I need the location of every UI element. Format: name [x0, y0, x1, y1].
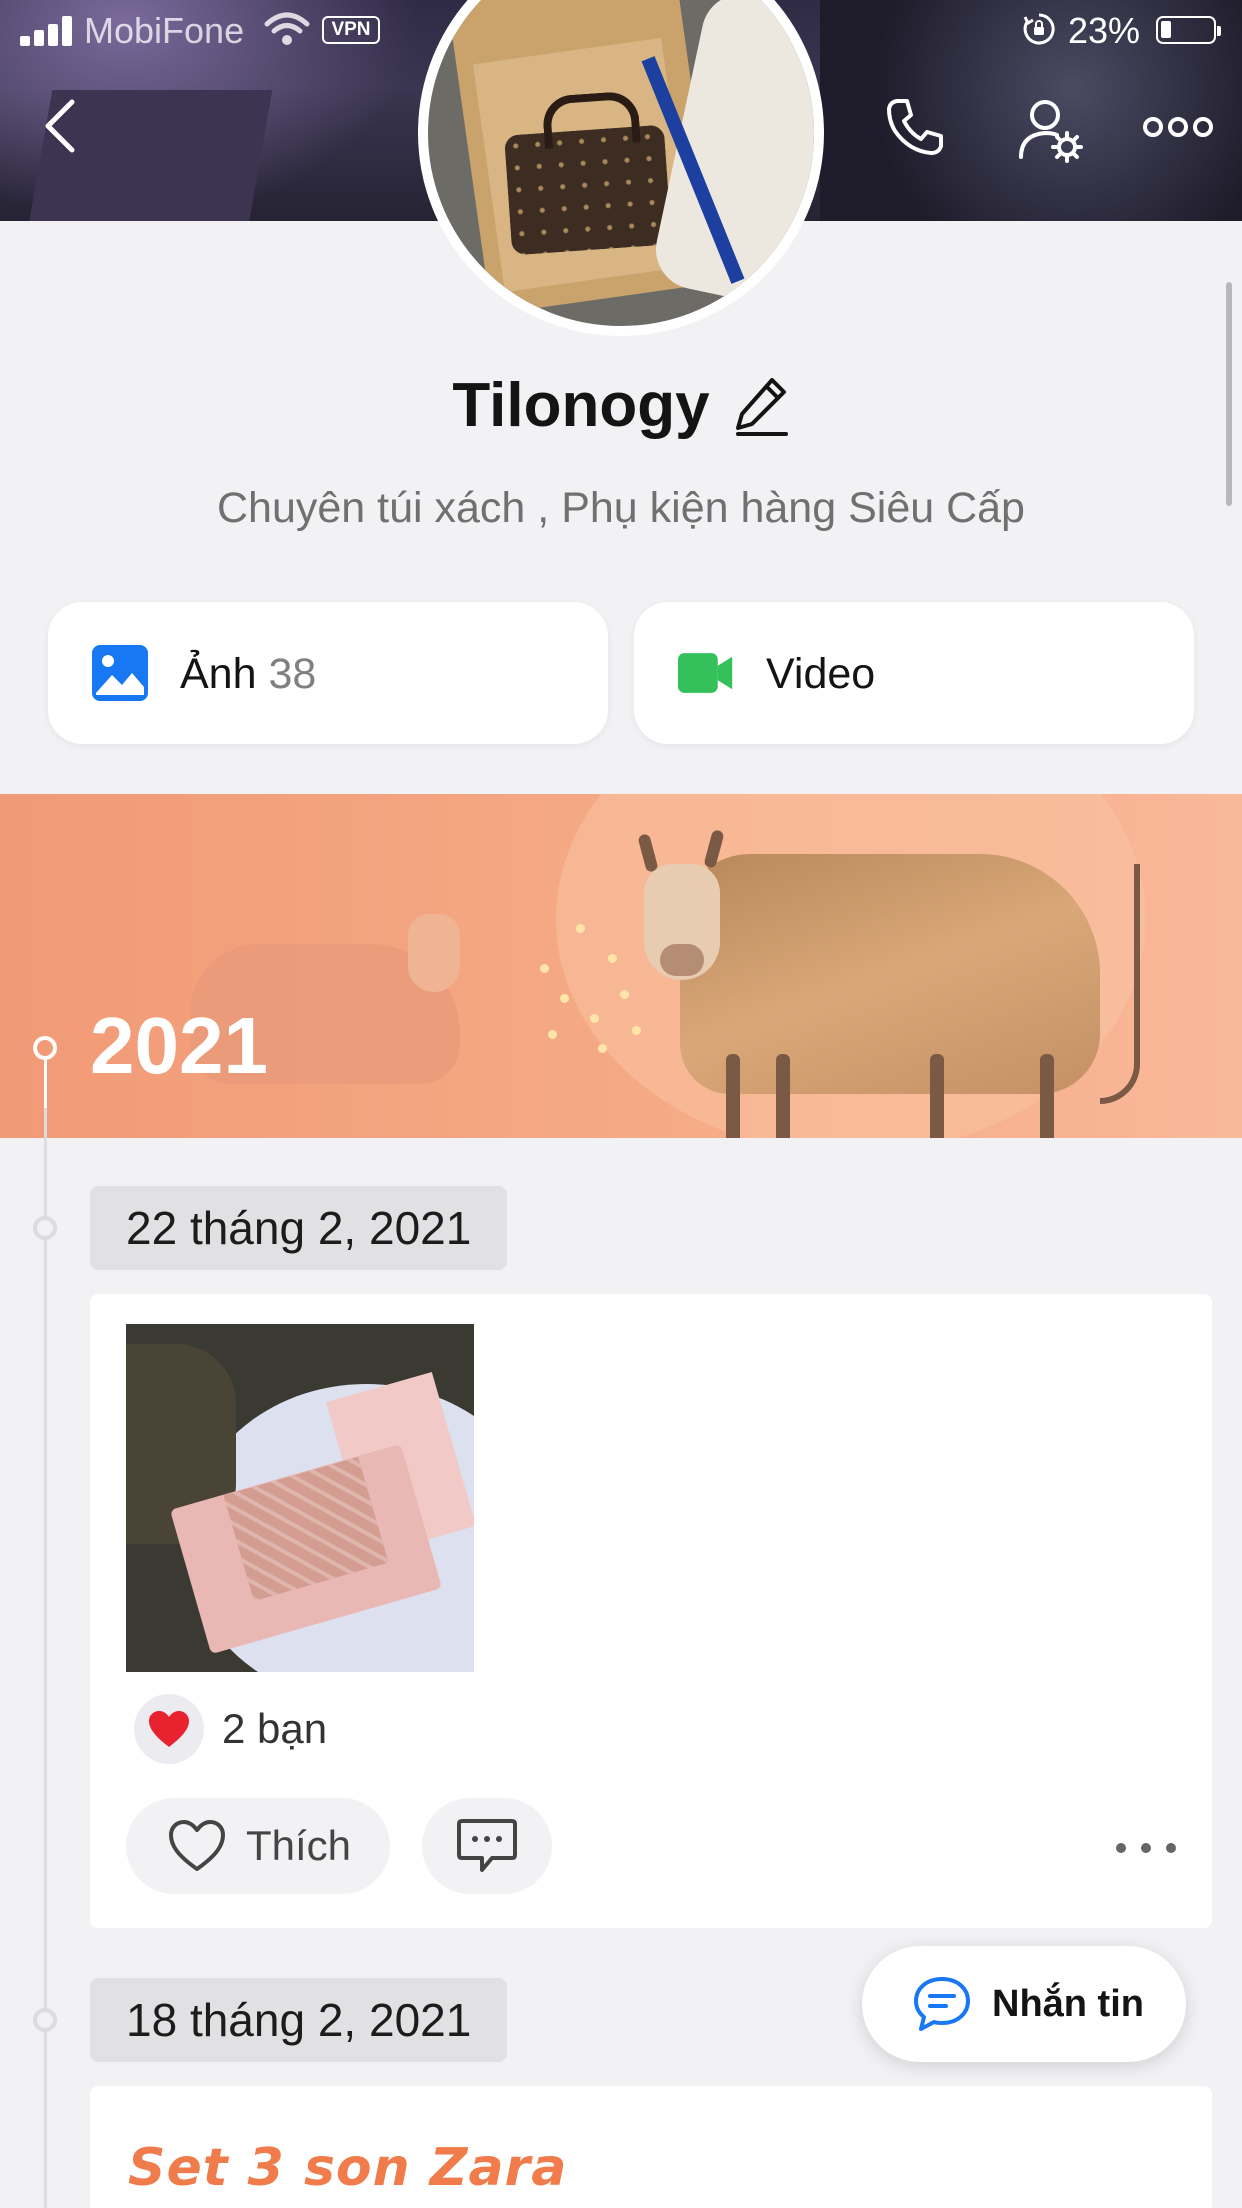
like-button[interactable]: Thích: [126, 1798, 390, 1894]
timeline-dot: [33, 1216, 57, 1240]
profile-settings-button[interactable]: [1012, 92, 1088, 168]
profile-name: Tilonogy: [452, 371, 710, 440]
post-card: Set 3 son Zara: [90, 2086, 1212, 2208]
back-icon: [45, 99, 75, 153]
battery-icon: [1156, 16, 1221, 44]
message-label: Nhắn tin: [992, 1982, 1144, 2025]
phone-icon: [887, 99, 943, 155]
photos-count: 38: [268, 650, 317, 698]
like-label: Thích: [246, 1822, 352, 1869]
orientation-lock-icon: [1023, 13, 1055, 45]
date-tag: 22 tháng 2, 2021: [90, 1186, 508, 1270]
photos-label: Ảnh: [180, 650, 257, 698]
back-button[interactable]: [30, 92, 90, 160]
heart-reaction-icon: [149, 1711, 189, 1747]
timeline-dot: [33, 2008, 57, 2032]
avatar[interactable]: [418, 0, 824, 336]
message-button[interactable]: Nhắn tin: [862, 1946, 1186, 2062]
date-tag: 18 tháng 2, 2021: [90, 1978, 508, 2062]
post-title[interactable]: Set 3 son Zara: [128, 2138, 567, 2198]
more-dot-icon: [1116, 1843, 1126, 1853]
chat-bubble-icon: [914, 1977, 970, 2031]
user-settings-icon: [1019, 100, 1083, 163]
photos-button[interactable]: Ảnh 38: [48, 602, 608, 744]
cow-illustration: [680, 854, 1100, 1094]
reactions-count: 2 bạn: [222, 1705, 328, 1752]
heart-icon: [169, 1820, 225, 1871]
call-button[interactable]: [880, 92, 950, 162]
post-card: 2 bạn Thích: [90, 1294, 1212, 1928]
profile-name-row: Tilonogy: [0, 370, 1242, 441]
scrollbar[interactable]: [1226, 282, 1232, 506]
comment-icon: [457, 1819, 517, 1872]
comment-button[interactable]: [422, 1798, 552, 1894]
pencil-icon: [735, 377, 788, 436]
profile-bio: Chuyên túi xách , Phụ kiện hàng Siêu Cấp: [217, 484, 1025, 532]
more-options-button[interactable]: [1140, 104, 1216, 150]
post-more-button[interactable]: [1116, 1828, 1176, 1868]
timeline-year-dot: [33, 1036, 57, 1060]
year-label: 2021: [90, 1001, 268, 1090]
edit-name-button[interactable]: [734, 375, 790, 437]
post-photo[interactable]: [126, 1324, 474, 1672]
more-icon: [1143, 117, 1213, 137]
video-camera-icon: [678, 653, 733, 693]
reactions-summary[interactable]: 2 bạn: [134, 1694, 327, 1764]
battery-percent: 23%: [1068, 10, 1141, 51]
image-icon: [92, 645, 148, 701]
video-button[interactable]: Video: [634, 602, 1194, 744]
video-label: Video: [766, 650, 876, 698]
